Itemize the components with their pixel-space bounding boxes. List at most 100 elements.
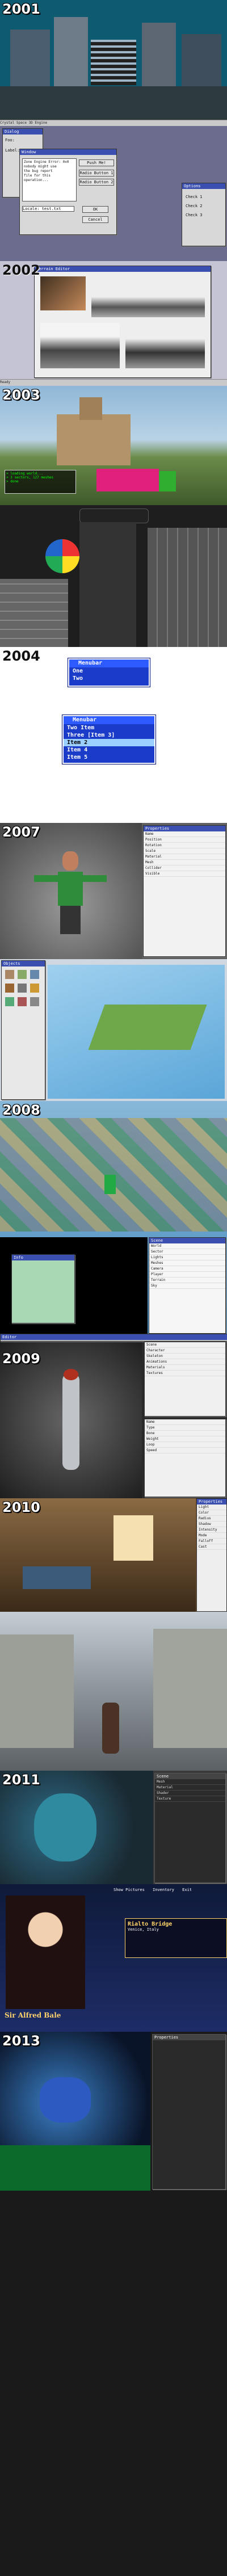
palette-tile[interactable] — [18, 970, 27, 979]
year-label-2001: 2001 — [2, 1, 40, 17]
menubar-2-item[interactable]: Two Item — [64, 724, 154, 732]
menubar-2-item[interactable]: Item 4 — [64, 746, 154, 754]
ruins-right — [153, 1629, 227, 1748]
prop-row[interactable]: Cast — [197, 1544, 226, 1550]
menu-show-pictures[interactable]: Show Pictures — [114, 1888, 145, 1892]
panel-2002: 2002 Terrain Editor Ready — [0, 261, 227, 386]
city-block-left — [0, 579, 68, 647]
palette-tile[interactable] — [30, 984, 39, 993]
tree-item[interactable]: Sky — [149, 1283, 225, 1289]
prop-row[interactable]: Mode — [197, 1533, 226, 1539]
prop-row[interactable]: Loop — [145, 1442, 225, 1448]
panel-2008: 2008 Info Scene World Sector Lights Mesh… — [0, 1101, 227, 1334]
palette-tile[interactable] — [18, 997, 27, 1006]
tree-item[interactable]: Meshes — [149, 1260, 225, 1266]
palette-tile[interactable] — [30, 997, 39, 1006]
menubar-2[interactable]: Menubar Two Item Three [Item 3] Item 2 I… — [62, 715, 156, 764]
dialog-left-title: Dialog — [3, 129, 43, 135]
prop-row[interactable]: Scale — [144, 848, 225, 854]
tree-item[interactable]: Player — [149, 1272, 225, 1278]
tree-item[interactable]: Textures — [145, 1371, 225, 1376]
prop-row[interactable]: Visible — [144, 871, 225, 877]
menubar-1-item[interactable]: One — [69, 667, 149, 675]
dialog-center-title: Window — [20, 149, 116, 155]
menu-inventory[interactable]: Inventory — [153, 1888, 174, 1892]
field-label-foo: Foo: — [5, 138, 15, 142]
prop-row[interactable]: Mesh — [144, 860, 225, 865]
prop-row[interactable]: Collider — [144, 865, 225, 871]
radio-button-1[interactable]: Radio Button 1 — [79, 170, 114, 177]
prop-row[interactable]: Radius — [197, 1516, 226, 1522]
option-check-1[interactable]: Check 1 — [186, 195, 203, 199]
status-bar-2001: Crystal Space 3D Engine — [0, 120, 227, 126]
option-check-3[interactable]: Check 3 — [186, 213, 203, 217]
palette-tile[interactable] — [18, 984, 27, 993]
palette-tile[interactable] — [5, 970, 14, 979]
panel-2010-outdoor — [0, 1612, 227, 1771]
prop-row[interactable]: Bone — [145, 1431, 225, 1436]
menubar-2-item[interactable]: Three [Item 3] — [64, 732, 154, 739]
palette-tile[interactable] — [30, 970, 39, 979]
year-label-2010: 2010 — [2, 1499, 40, 1515]
prop-row[interactable]: Intensity — [197, 1527, 226, 1533]
terrain-editor-title: Terrain Editor — [35, 266, 211, 272]
prop-row[interactable]: Name — [145, 1419, 225, 1425]
sir-alfred-portrait — [6, 1896, 85, 2009]
game-hud — [79, 509, 149, 523]
prop-row[interactable]: Light — [197, 1505, 226, 1510]
menubar-1[interactable]: Menubar One Two — [68, 658, 150, 687]
tree-item[interactable]: Sector — [149, 1249, 225, 1255]
tree-item[interactable]: Materials — [145, 1365, 225, 1371]
tooltip-subtitle: Venice, Italy — [128, 1927, 159, 1932]
palette-tile[interactable] — [5, 984, 14, 993]
tree-item[interactable]: Animations — [145, 1359, 225, 1365]
prop-row[interactable]: Mesh — [155, 1779, 225, 1785]
properties-title-2007: Properties — [144, 826, 225, 831]
dialog-center[interactable]: Window Zone Engine Error: 0x0 nobody mig… — [19, 149, 117, 235]
prop-row[interactable]: Weight — [145, 1436, 225, 1442]
panel-2007: 2007 Properties Name Position Rotation S… — [0, 823, 227, 959]
prop-row[interactable]: Type — [145, 1425, 225, 1431]
prop-row[interactable]: Color — [197, 1510, 226, 1516]
tree-item[interactable]: Scene — [145, 1342, 225, 1348]
info-dialog-title: Info — [12, 1255, 74, 1260]
prop-row[interactable]: Speed — [145, 1448, 225, 1453]
tree-item[interactable]: Lights — [149, 1255, 225, 1260]
menubar-1-item[interactable]: Two — [69, 675, 149, 682]
menubar-2-item-selected[interactable]: Item 2 — [64, 739, 154, 746]
locale-input[interactable]: Locale: test.txt — [22, 206, 74, 212]
prop-row[interactable]: Name — [144, 831, 225, 837]
prop-row[interactable]: Material — [144, 854, 225, 860]
ok-button[interactable]: OK — [82, 206, 108, 213]
option-check-2[interactable]: Check 2 — [186, 204, 203, 208]
editor-window-2009: Editor — [0, 1334, 227, 1342]
tree-item[interactable]: Skeleton — [145, 1354, 225, 1359]
prop-row[interactable]: Rotation — [144, 843, 225, 848]
prop-row[interactable]: Position — [144, 837, 225, 843]
prop-row[interactable]: Material — [155, 1785, 225, 1791]
tree-item[interactable]: Terrain — [149, 1278, 225, 1283]
tree-item[interactable]: Camera — [149, 1266, 225, 1272]
push-me-button[interactable]: Push Me! — [79, 159, 114, 166]
terrain-editor-window: Terrain Editor — [34, 266, 211, 378]
panel-2001-dialogs: Dialog Foo: Label: Window Zone Engine Er… — [0, 126, 227, 261]
radio-button-2[interactable]: Radio Button 2 — [79, 179, 114, 186]
tree-item[interactable]: Character — [145, 1348, 225, 1354]
tooltip-title: Rialto Bridge — [128, 1921, 173, 1927]
console-window: > loading world... > 3 sectors, 127 mesh… — [5, 470, 76, 494]
prop-row[interactable]: Shader — [155, 1791, 225, 1796]
character-sprite — [104, 1175, 116, 1194]
year-label-2009: 2009 — [2, 1351, 40, 1367]
menubar-2-item[interactable]: Item 5 — [64, 754, 154, 761]
tree-item[interactable]: World — [149, 1243, 225, 1249]
prop-row[interactable]: Falloff — [197, 1539, 226, 1544]
heroine-figure — [102, 1703, 119, 1754]
panel-2003: 2003 > loading world... > 3 sectors, 127… — [0, 386, 227, 505]
dialog-options[interactable]: Options Check 1 Check 2 Check 3 — [182, 183, 226, 246]
palette-tile[interactable] — [5, 997, 14, 1006]
cancel-button[interactable]: Cancel — [82, 216, 108, 223]
building-far — [182, 34, 221, 86]
menu-exit[interactable]: Exit — [182, 1888, 192, 1892]
prop-row[interactable]: Texture — [155, 1796, 225, 1802]
prop-row[interactable]: Shadow — [197, 1522, 226, 1527]
